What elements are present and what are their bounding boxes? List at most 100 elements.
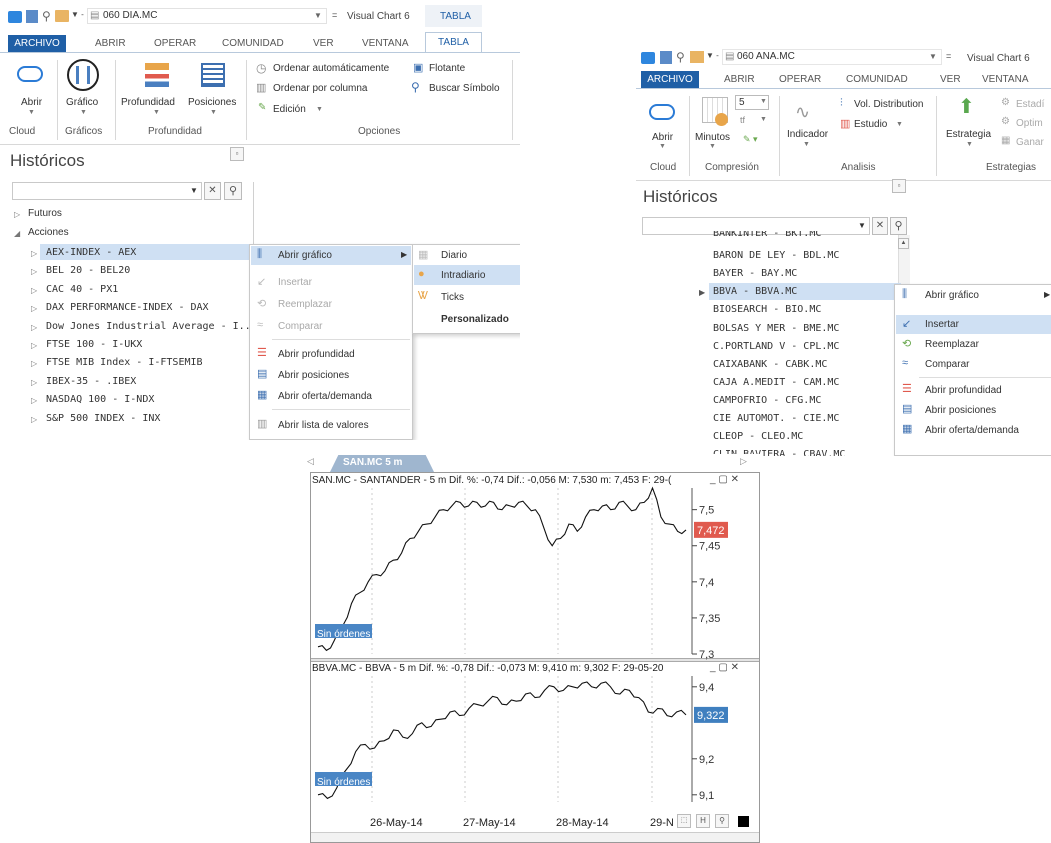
search-dropdown-icon[interactable]: ▼ — [858, 221, 866, 230]
symbol-list-item[interactable]: CAIXABANK - CABK.MC — [713, 359, 827, 370]
optim-option[interactable]: Optim — [1016, 118, 1043, 129]
expand-bbva-icon[interactable]: ▶ — [699, 288, 705, 297]
expand-item-icon[interactable]: ▷ — [31, 249, 37, 258]
menu-open-depth[interactable]: Abrir profundidad — [925, 385, 1002, 396]
expand-item-icon[interactable]: ▷ — [31, 323, 37, 332]
qat-symbol-dropdown-icon[interactable]: ▼ — [929, 52, 937, 61]
grid-icon[interactable] — [660, 51, 672, 64]
search-icon[interactable]: ⚲ — [890, 217, 907, 235]
symbol-list-item[interactable]: BBVA - BBVA.MC — [713, 286, 797, 297]
symbol-list-item[interactable]: C.PORTLAND V - CPL.MC — [713, 341, 839, 352]
gain-option[interactable]: Ganar — [1016, 137, 1044, 148]
tab-ventana[interactable]: VENTANA — [362, 38, 409, 49]
depth-button[interactable]: Profundidad — [121, 97, 175, 108]
expand-item-icon[interactable]: ▷ — [31, 378, 37, 387]
chart-button[interactable]: Gráfico — [66, 97, 98, 108]
edition-option[interactable]: Edición — [273, 104, 306, 115]
grid-icon[interactable] — [26, 10, 38, 23]
expand-item-icon[interactable]: ▷ — [31, 341, 37, 350]
menu-open-offer-demand[interactable]: Abrir oferta/demanda — [925, 425, 1019, 436]
indicator-button[interactable]: Indicador — [787, 129, 828, 140]
floating-option[interactable]: Flotante — [429, 63, 465, 74]
chart-open-icon[interactable] — [690, 51, 704, 63]
positions-button[interactable]: Posiciones — [188, 97, 236, 108]
qat-customize-icon[interactable]: = — [332, 10, 337, 20]
tree-item[interactable]: IBEX-35 - .IBEX — [46, 376, 136, 387]
tree-item[interactable]: FTSE MIB Index - I-FTSEMIB — [46, 357, 203, 368]
tab-abrir[interactable]: ABRIR — [724, 74, 755, 85]
cloud-open-button[interactable]: Abrir — [21, 97, 42, 108]
menu-open-depth[interactable]: Abrir profundidad — [278, 349, 355, 360]
menu-insert[interactable]: Insertar — [925, 319, 959, 330]
chart-dropdown-icon[interactable]: ▼ — [80, 109, 87, 116]
qat-dropdown-icon[interactable]: ▼ - — [71, 10, 84, 19]
sort-by-column-option[interactable]: Ordenar por columna — [273, 83, 368, 94]
symbol-list-item[interactable]: BANKINTER - BKT.MC — [713, 231, 821, 240]
menu-open-positions[interactable]: Abrir posiciones — [278, 370, 349, 381]
qat-symbol-dropdown-icon[interactable]: ▼ — [314, 11, 322, 20]
tab-archivo[interactable]: ARCHIVO — [641, 71, 699, 88]
positions-dropdown-icon[interactable]: ▼ — [210, 109, 217, 116]
vol-distribution-option[interactable]: Vol. Distribution — [854, 99, 923, 110]
expand-item-icon[interactable]: ▷ — [31, 396, 37, 405]
tab-comunidad[interactable]: COMUNIDAD — [846, 74, 908, 85]
search-icon[interactable]: ⚲ — [224, 182, 242, 200]
tree-item[interactable]: Dow Jones Industrial Average - I... — [46, 321, 257, 332]
pin-icon[interactable]: ⚲ — [42, 9, 51, 23]
expand-item-icon[interactable]: ▷ — [31, 267, 37, 276]
ticks-dropdown-icon[interactable]: ▼ — [760, 116, 767, 123]
symbol-list-item[interactable]: CLEOP - CLEO.MC — [713, 431, 803, 442]
tree-item[interactable]: AEX-INDEX - AEX — [46, 247, 136, 258]
menu-open-chart[interactable]: Abrir gráfico — [278, 250, 332, 261]
tab-archivo[interactable]: ARCHIVO — [8, 35, 66, 52]
symbol-list-item[interactable]: BOLSAS Y MER - BME.MC — [713, 323, 839, 334]
collapse-acciones-icon[interactable]: ◢ — [14, 229, 20, 238]
study-dropdown-icon[interactable]: ▼ — [896, 121, 903, 128]
minutes-dropdown-icon[interactable]: ▼ — [709, 143, 716, 150]
qat-symbol-field[interactable]: ▤ 060 ANA.MC ▼ — [722, 49, 942, 65]
submenu-daily[interactable]: Diario — [441, 250, 467, 261]
search-dropdown-icon[interactable]: ▼ — [190, 186, 198, 195]
tab-operar[interactable]: OPERAR — [154, 38, 196, 49]
pin-icon[interactable]: ⚲ — [676, 50, 685, 64]
symbol-list-item[interactable]: BARON DE LEY - BDL.MC — [713, 250, 839, 261]
menu-open-chart[interactable]: Abrir gráfico — [925, 290, 979, 301]
layout-button[interactable]: H — [696, 814, 710, 828]
tree-item[interactable]: FTSE 100 - I-UKX — [46, 339, 142, 350]
tree-item[interactable]: S&P 500 INDEX - INX — [46, 413, 160, 424]
symbol-list-item[interactable]: BIOSEARCH - BIO.MC — [713, 304, 821, 315]
qat-symbol-field[interactable]: ▤ 060 DIA.MC ▼ — [87, 8, 327, 24]
tab-abrir[interactable]: ABRIR — [95, 38, 126, 49]
zoom-button[interactable]: ⬚ — [677, 814, 691, 828]
tree-item[interactable]: BEL 20 - BEL20 — [46, 265, 130, 276]
lock-button[interactable]: ⚲ — [715, 814, 729, 828]
symbol-list-item[interactable]: CIE AUTOMOT. - CIE.MC — [713, 413, 839, 424]
symbol-list-item[interactable]: CAMPOFRIO - CFG.MC — [713, 395, 821, 406]
cloud-dropdown-icon[interactable]: ▼ — [28, 109, 35, 116]
tree-node-futuros[interactable]: Futuros — [28, 208, 62, 219]
strategy-dropdown-icon[interactable]: ▼ — [966, 141, 973, 148]
scroll-up-icon[interactable]: ▲ — [898, 238, 909, 249]
draw-icon[interactable]: ✎ ▾ — [743, 134, 758, 145]
cloud-open-button[interactable]: Abrir — [652, 132, 673, 143]
auto-sort-option[interactable]: Ordenar automáticamente — [273, 63, 389, 74]
edition-dropdown-icon[interactable]: ▼ — [316, 106, 323, 113]
color-button[interactable] — [738, 816, 749, 827]
stats-option[interactable]: Estadí — [1016, 99, 1044, 110]
depth-dropdown-icon[interactable]: ▼ — [153, 109, 160, 116]
menu-open-offer-demand[interactable]: Abrir oferta/demanda — [278, 391, 372, 402]
tree-item[interactable]: DAX PERFORMANCE-INDEX - DAX — [46, 302, 209, 313]
expand-item-icon[interactable]: ▷ — [31, 286, 37, 295]
tab-ventana[interactable]: VENTANA — [982, 74, 1029, 85]
study-option[interactable]: Estudio — [854, 119, 887, 130]
symbol-list-item[interactable]: CAJA A.MEDIT - CAM.MC — [713, 377, 839, 388]
pin-panel-button[interactable]: ▫ — [892, 179, 906, 193]
menu-replace[interactable]: Reemplazar — [278, 299, 332, 310]
tree-item[interactable]: CAC 40 - PX1 — [46, 284, 118, 295]
indicator-dropdown-icon[interactable]: ▼ — [803, 141, 810, 148]
tab-tabla[interactable]: TABLA — [425, 32, 482, 53]
tab-comunidad[interactable]: COMUNIDAD — [222, 38, 284, 49]
menu-open-value-list[interactable]: Abrir lista de valores — [278, 420, 369, 431]
minutes-value-dropdown-icon[interactable]: ▼ — [760, 98, 767, 105]
clear-icon[interactable]: ✕ — [872, 217, 888, 235]
